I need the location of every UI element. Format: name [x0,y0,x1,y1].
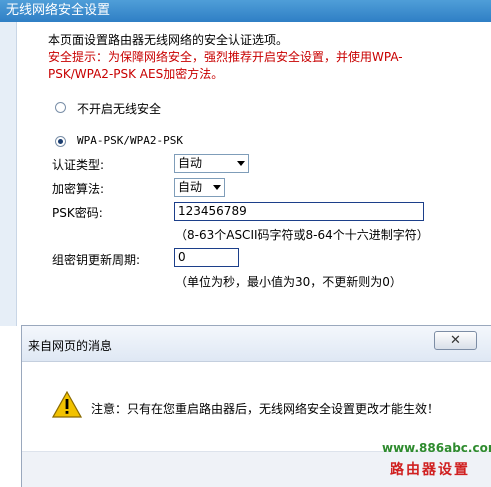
group-key-period-input[interactable]: 0 [174,248,239,267]
encryption-label: 加密算法: [52,182,105,196]
auth-type-value: 自动 [178,156,203,170]
chevron-down-icon [213,185,221,190]
wpa-psk-label[interactable]: WPA-PSK/WPA2-PSK [77,134,183,147]
encryption-select[interactable]: 自动 [174,178,225,197]
encryption-value: 自动 [178,180,203,194]
dialog-title: 来自网页的消息 [28,339,113,353]
psk-password-note: （8-63个ASCII码字符或8-64个十六进制字符） [175,228,429,242]
group-key-period-note: （单位为秒，最小值为30，不更新则为0） [175,275,402,289]
wpa-psk-radio[interactable] [55,136,66,147]
group-key-period-label: 组密钥更新周期: [52,253,141,267]
warning-icon [52,391,82,418]
chevron-down-icon [237,161,245,166]
auth-type-select[interactable]: 自动 [174,154,249,173]
auth-type-label: 认证类型: [52,158,105,172]
psk-password-input[interactable]: 123456789 [174,202,424,221]
dialog-header: 来自网页的消息 ✕ [22,326,491,362]
close-button[interactable]: ✕ [434,331,477,350]
security-hint-line2: PSK/WPA2-PSK AES加密方法。 [48,67,224,81]
psk-password-label: PSK密码: [52,206,103,220]
watermark-text: 路由器设置 [390,462,470,478]
wireless-security-panel: 本页面设置路由器无线网络的安全认证选项。 安全提示：为保障网络安全，强烈推荐开启… [0,22,491,326]
dialog-message: 注意：只有在您重启路由器后，无线网络安全设置更改才能生效！ [91,402,440,416]
page-title: 无线网络安全设置 [0,0,491,22]
security-off-label[interactable]: 不开启无线安全 [77,100,161,117]
watermark-url: www.886abc.com [382,441,491,455]
security-off-radio[interactable] [55,102,66,113]
page-intro: 本页面设置路由器无线网络的安全认证选项。 [48,33,289,47]
security-hint-line1: 安全提示：为保障网络安全，强烈推荐开启安全设置，并使用WPA- [48,50,403,64]
